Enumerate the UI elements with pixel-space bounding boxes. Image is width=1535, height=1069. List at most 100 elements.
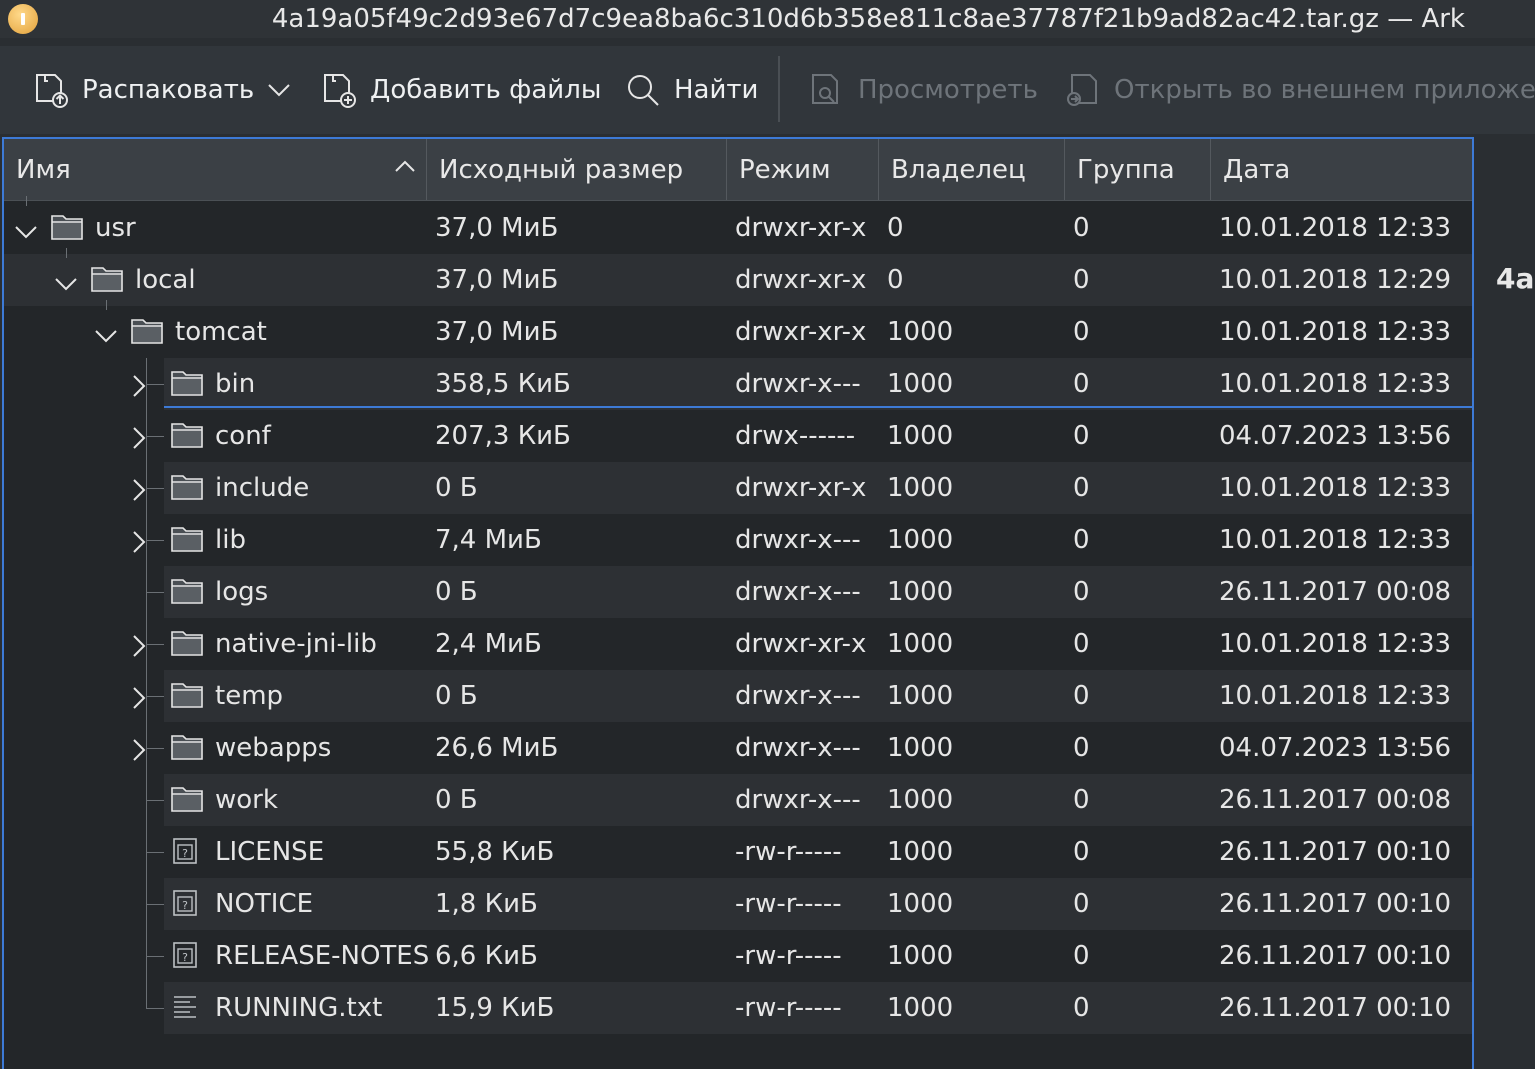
cell-mode: drwxr-x--- [735,681,861,711]
tree-row[interactable]: tomcat 37,0 МиБ drwxr-xr-x 1000 0 10.01.2018 … [4,306,1472,358]
svg-text:?: ? [182,951,188,964]
cell-owner: 1000 [887,369,954,399]
cell-mode: drwxr-xr-x [735,213,867,243]
tree-row[interactable]: local 37,0 МиБ drwxr-xr-x 0 0 10.01.2018 12:2… [4,254,1472,306]
tree-row[interactable]: native-jni-lib 2,4 МиБ drwxr-xr-x 1000 0 10.0… [4,618,1472,670]
cell-mode: drwxr-xr-x [735,265,867,295]
folder-icon [90,264,124,301]
cell-group: 0 [1073,889,1090,919]
folder-icon [170,784,204,821]
folder-icon [50,212,84,249]
chevron-down-icon[interactable] [94,322,118,352]
chevron-right-icon[interactable] [130,634,150,665]
cell-date: 10.01.2018 12:33 [1219,369,1452,399]
tree-branch-line [146,592,164,593]
tree-row[interactable]: temp 0 Б drwxr-x--- 1000 0 10.01.2018 12:33 [4,670,1472,722]
window-title: 4a19a05f49c2d93e67d7c9ea8ba6c310d6b358e8… [271,4,1465,34]
preview-button[interactable]: Просмотреть [810,46,1038,134]
cell-date: 26.11.2017 00:10 [1219,889,1452,919]
tree-row[interactable]: ? NOTICE 1,8 КиБ -rw-r----- 1000 0 26.11.2017 … [4,878,1472,930]
sort-ascending-icon [395,160,415,172]
extract-button[interactable]: Распаковать [34,46,254,134]
cell-group: 0 [1073,473,1090,503]
tree-row[interactable]: RUNNING.txt 15,9 КиБ -rw-r----- 1000 0 26.11.… [4,982,1472,1034]
folder-icon [170,680,204,717]
column-header-name[interactable]: Имя [4,139,427,200]
preview-label: Просмотреть [858,75,1038,105]
cell-owner: 1000 [887,577,954,607]
column-header-owner[interactable]: Владелец [879,139,1065,200]
folder-icon [170,576,204,613]
tree-row[interactable]: logs 0 Б drwxr-x--- 1000 0 26.11.2017 00:08 [4,566,1472,618]
unknown-file-icon: ? [170,836,200,873]
drop-indicator [164,406,1472,408]
tree-row[interactable]: lib 7,4 МиБ drwxr-x--- 1000 0 10.01.2018 12:3… [4,514,1472,566]
folder-icon [170,628,204,665]
cell-mode: -rw-r----- [735,889,842,919]
tree-row[interactable]: ? RELEASE-NOTES 6,6 КиБ -rw-r----- 1000 0 26.1… [4,930,1472,982]
tree-row[interactable]: usr 37,0 МиБ drwxr-xr-x 0 0 10.01.2018 12:33 [4,202,1472,254]
add-files-button[interactable]: Добавить файлы [322,46,601,134]
extract-dropdown-button[interactable] [266,46,306,134]
tree-row[interactable]: webapps 26,6 МиБ drwxr-x--- 1000 0 04.07.2023… [4,722,1472,774]
chevron-down-icon[interactable] [14,218,38,248]
cell-owner: 1000 [887,785,954,815]
folder-icon [130,316,164,353]
cell-name: bin [215,369,256,399]
tree-row[interactable]: conf 207,3 КиБ drwx------ 1000 0 04.07.2023 1… [4,410,1472,462]
chevron-right-icon[interactable] [130,686,150,717]
cell-date: 26.11.2017 00:08 [1219,577,1452,607]
tree-row[interactable]: bin 358,5 КиБ drwxr-x--- 1000 0 10.01.2018 12… [4,358,1472,410]
cell-mode: drwx------ [735,421,856,451]
cell-name: RELEASE-NOTES [215,941,430,971]
cell-size: 55,8 КиБ [435,837,555,867]
chevron-down-icon [268,84,290,97]
cell-mode: -rw-r----- [735,837,842,867]
side-panel-title: 4a1 [1496,262,1535,295]
find-button[interactable]: Найти [626,46,758,134]
tree-row[interactable]: work 0 Б drwxr-x--- 1000 0 26.11.2017 00:08 [4,774,1472,826]
chevron-right-icon[interactable] [130,738,150,769]
cell-name: conf [215,421,271,451]
open-external-icon [1067,74,1097,106]
cell-date: 26.11.2017 00:10 [1219,837,1452,867]
column-header-mode[interactable]: Режим [727,139,879,200]
cell-size: 7,4 МиБ [435,525,542,555]
archive-tree-view[interactable]: Имя Исходный размер Режим Владелец Групп… [2,137,1474,1069]
cell-mode: drwxr-x--- [735,577,861,607]
column-header-size[interactable]: Исходный размер [427,139,727,200]
cell-size: 207,3 КиБ [435,421,571,451]
cell-size: 0 Б [435,473,478,503]
tree-branch-line [146,800,164,801]
cell-size: 0 Б [435,577,478,607]
cell-group: 0 [1073,681,1090,711]
chevron-right-icon[interactable] [130,374,150,405]
cell-owner: 1000 [887,941,954,971]
column-header-group[interactable]: Группа [1065,139,1211,200]
cell-name: NOTICE [215,889,314,919]
cell-mode: drwxr-x--- [735,785,861,815]
cell-name: webapps [215,733,332,763]
chevron-right-icon[interactable] [130,478,150,509]
cell-name: logs [215,577,269,607]
cell-mode: -rw-r----- [735,941,842,971]
chevron-right-icon[interactable] [130,426,150,457]
cell-name: lib [215,525,246,555]
folder-icon [170,732,204,769]
tree-row[interactable]: include 0 Б drwxr-xr-x 1000 0 10.01.2018 12:3… [4,462,1472,514]
open-external-button[interactable]: Открыть во внешнем приложени [1066,46,1535,134]
chevron-down-icon[interactable] [54,270,78,300]
cell-mode: drwxr-x--- [735,525,861,555]
cell-owner: 1000 [887,525,954,555]
chevron-right-icon[interactable] [130,530,150,561]
tree-row[interactable]: ? LICENSE 55,8 КиБ -rw-r----- 1000 0 26.11.201… [4,826,1472,878]
cell-date: 26.11.2017 00:10 [1219,993,1452,1023]
cell-date: 10.01.2018 12:33 [1219,525,1452,555]
column-header: Имя Исходный размер Режим Владелец Групп… [4,139,1472,201]
cell-owner: 1000 [887,473,954,503]
tree-guide-line [106,300,107,310]
cell-size: 15,9 КиБ [435,993,555,1023]
column-header-date[interactable]: Дата [1211,139,1472,200]
add-files-label: Добавить файлы [370,75,602,105]
cell-size: 37,0 МиБ [435,265,559,295]
